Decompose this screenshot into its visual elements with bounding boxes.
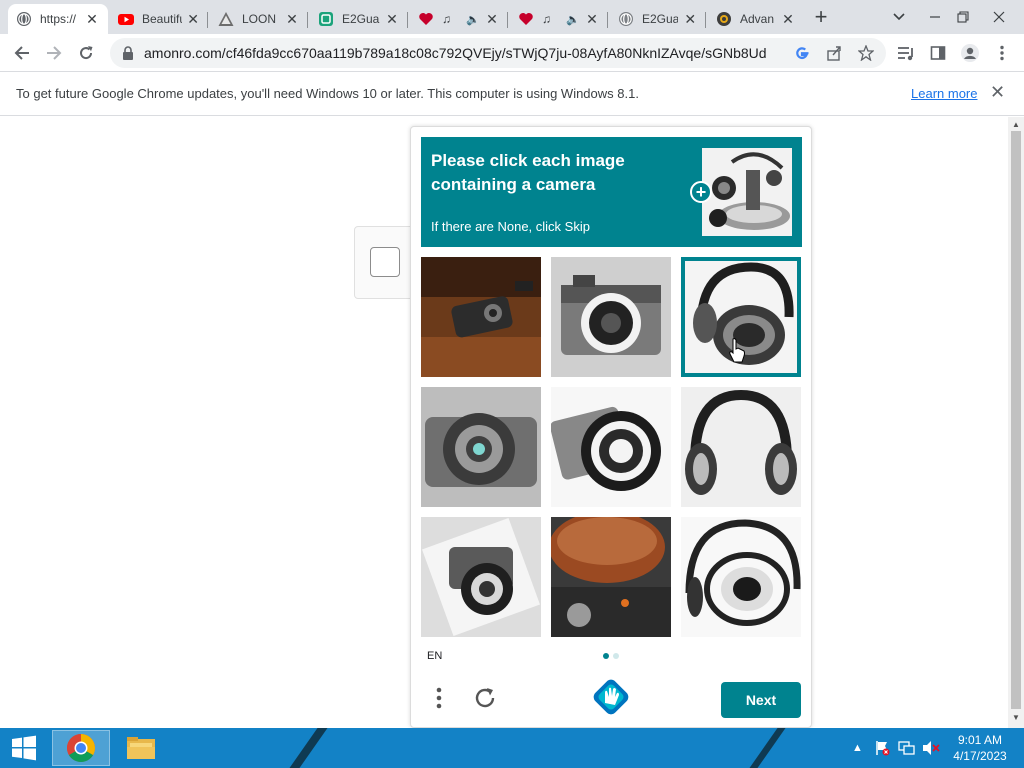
tab-title: Advan (740, 12, 775, 26)
image-tile-7[interactable] (421, 517, 541, 637)
address-bar[interactable]: amonro.com/cf46fda9cc670aa119b789a18c08c… (110, 38, 886, 68)
file-explorer-taskbar-icon[interactable] (112, 730, 170, 766)
tab-title: E2Gua (642, 12, 679, 26)
image-tile-9[interactable] (681, 517, 801, 637)
speaker-icon[interactable]: 🔈 (566, 13, 580, 26)
close-icon[interactable]: ✕ (990, 82, 1005, 103)
volume-muted-icon[interactable] (922, 728, 940, 768)
close-icon[interactable]: ✕ (284, 11, 300, 28)
google-icon[interactable] (794, 45, 810, 61)
tab-title: https:// (40, 12, 77, 26)
tab-title: ♫ (542, 12, 551, 26)
clock-time: 9:01 AM (957, 733, 1003, 747)
system-clock[interactable]: 9:01 AM 4/17/2023 (944, 732, 1016, 764)
tab-strip: https:// ✕ Beautiful ✕ LOON ✕ E2Gua ✕ ♫ … (0, 0, 1024, 34)
lock-icon[interactable] (120, 45, 136, 61)
reload-icon[interactable] (72, 40, 100, 66)
image-tile-4[interactable] (421, 387, 541, 507)
image-tile-2[interactable] (551, 257, 671, 377)
infobar-message: To get future Google Chrome updates, you… (16, 86, 639, 101)
tab-title: E2Gua (342, 12, 380, 26)
image-tile-8[interactable] (551, 517, 671, 637)
kebab-menu-icon[interactable] (988, 40, 1016, 66)
plus-icon[interactable]: + (690, 181, 712, 203)
show-hidden-icons-arrow-icon[interactable]: ▲ (852, 728, 863, 768)
hcaptcha-challenge: Please click each image containing a cam… (410, 126, 812, 728)
hcaptcha-logo-icon[interactable] (593, 679, 629, 715)
close-icon[interactable]: ✕ (682, 11, 698, 28)
page-dot-active (603, 653, 609, 659)
network-icon[interactable] (898, 728, 916, 768)
e2guardian-icon (318, 11, 334, 27)
windows-start-icon[interactable] (0, 728, 48, 768)
scroll-down-arrow-icon[interactable]: ▼ (1012, 713, 1020, 722)
close-icon[interactable]: ✕ (584, 11, 600, 28)
menu-dots-icon[interactable] (429, 683, 449, 713)
tab-1[interactable]: https:// ✕ (8, 4, 108, 34)
speaker-icon[interactable]: 🔈 (466, 13, 480, 26)
close-icon[interactable]: ✕ (84, 11, 100, 28)
scroll-thumb[interactable] (1011, 131, 1021, 709)
iheart-icon (418, 11, 434, 27)
image-tile-6[interactable] (681, 387, 801, 507)
chrome-circle-icon (716, 11, 732, 27)
window-close-icon[interactable] (984, 4, 1014, 30)
page-dot (613, 653, 619, 659)
close-icon[interactable]: ✕ (384, 11, 400, 28)
captcha-checkbox[interactable] (370, 247, 400, 277)
clock-date: 4/17/2023 (953, 749, 1007, 763)
globe-icon (618, 11, 634, 27)
tab-title: ♫ (442, 12, 451, 26)
learn-more-link[interactable]: Learn more (911, 86, 977, 101)
forward-arrow-icon[interactable] (40, 40, 68, 66)
url-text: amonro.com/cf46fda9cc670aa119b789a18c08c… (144, 45, 767, 61)
youtube-icon (118, 11, 134, 27)
image-tile-5[interactable] (551, 387, 671, 507)
tab-3[interactable]: LOON ✕ (210, 4, 308, 34)
side-panel-icon[interactable] (924, 40, 952, 66)
example-image[interactable] (702, 148, 792, 236)
language-selector[interactable]: EN (427, 650, 442, 662)
tab-title: LOON (242, 12, 277, 26)
image-tile-1[interactable] (421, 257, 541, 377)
chrome-taskbar-icon[interactable] (52, 730, 110, 766)
tab-7[interactable]: E2Gua ✕ (610, 4, 706, 34)
tab-4[interactable]: E2Gua ✕ (310, 4, 408, 34)
chevron-down-icon[interactable] (886, 4, 912, 30)
challenge-prompt: Please click each image containing a cam… (431, 151, 625, 194)
close-icon[interactable]: ✕ (484, 11, 500, 28)
media-controls-icon[interactable] (892, 40, 920, 66)
minimize-icon[interactable] (920, 4, 950, 30)
challenge-subtext: If there are None, click Skip (431, 219, 590, 234)
challenge-header: Please click each image containing a cam… (421, 137, 802, 247)
tab-2[interactable]: Beautiful ✕ (110, 4, 208, 34)
action-center-flag-icon[interactable] (874, 728, 890, 768)
globe-icon (16, 11, 32, 27)
browser-toolbar: amonro.com/cf46fda9cc670aa119b789a18c08c… (0, 34, 1024, 72)
tab-6[interactable]: ♫ 🔈 ✕ (510, 4, 608, 34)
refresh-icon[interactable] (469, 683, 501, 713)
windows-taskbar: ▲ 9:01 AM 4/17/2023 (0, 728, 1024, 768)
mouse-hand-cursor-icon (728, 338, 746, 364)
vertical-scrollbar[interactable]: ▲ ▼ (1008, 117, 1024, 728)
close-icon[interactable]: ✕ (780, 11, 796, 28)
close-icon[interactable]: ✕ (186, 11, 200, 28)
profile-avatar-icon[interactable] (956, 40, 984, 66)
iheart-icon (518, 11, 534, 27)
scroll-up-arrow-icon[interactable]: ▲ (1012, 120, 1020, 129)
tab-8[interactable]: Advan ✕ (708, 4, 804, 34)
bookmark-star-icon[interactable] (858, 45, 874, 61)
restore-icon[interactable] (948, 4, 978, 30)
back-arrow-icon[interactable] (8, 40, 36, 66)
tab-title: Beautiful (142, 12, 182, 26)
page-indicator (603, 653, 619, 659)
share-icon[interactable] (826, 45, 842, 61)
tab-5[interactable]: ♫ 🔈 ✕ (410, 4, 508, 34)
next-button[interactable]: Next (721, 682, 801, 718)
warning-triangle-icon (218, 11, 234, 27)
update-infobar: To get future Google Chrome updates, you… (0, 72, 1024, 116)
new-tab-button[interactable]: + (808, 4, 834, 30)
